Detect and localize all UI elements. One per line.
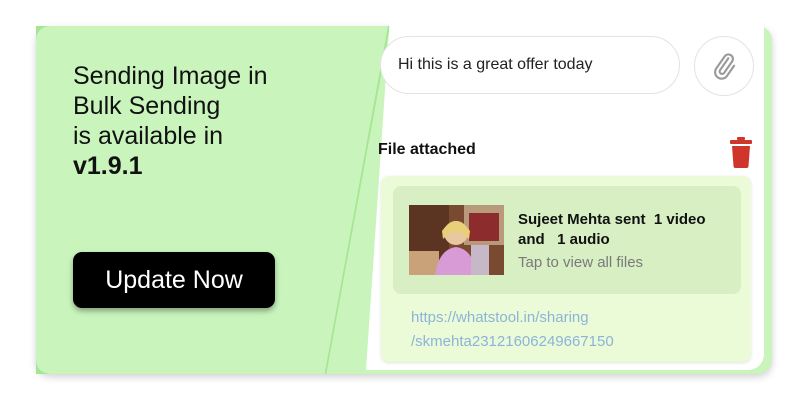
trash-icon[interactable] <box>729 136 753 168</box>
share-link-line-1[interactable]: https://whatstool.in/sharing <box>411 306 741 330</box>
headline-line-2: Bulk Sending <box>73 92 221 120</box>
media-title: Sujeet Mehta sent 1 video and 1 audio <box>518 211 706 248</box>
media-subtitle: Tap to view all files <box>518 254 644 271</box>
share-link-line-2[interactable]: /skmehta23121606249667150 <box>411 330 741 354</box>
headline-line-1: Sending Image in <box>73 62 268 90</box>
file-attached-label: File attached <box>378 141 476 158</box>
share-link[interactable]: https://whatstool.in/sharing /skmehta231… <box>411 306 741 354</box>
promo-headline: Sending Image in Bulk Sending is availab… <box>73 61 333 181</box>
message-input[interactable]: Hi this is a great offer today <box>380 36 680 94</box>
headline-line-3: is available in <box>73 122 224 150</box>
version-label: v1.9.1 <box>73 152 143 180</box>
update-now-button[interactable]: Update Now <box>73 252 275 308</box>
video-thumbnail <box>409 205 504 275</box>
paperclip-icon <box>714 53 736 80</box>
attach-button[interactable] <box>694 36 754 96</box>
